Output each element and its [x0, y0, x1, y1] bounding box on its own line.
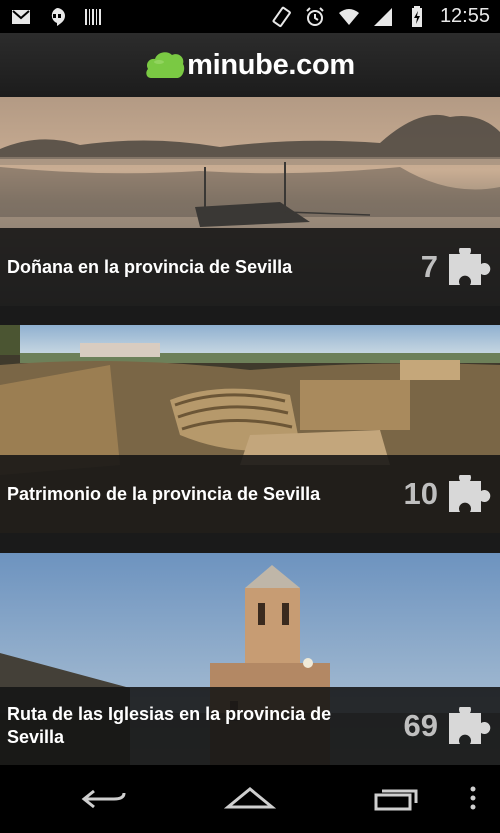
wifi-icon: [338, 8, 359, 25]
puzzle-icon: [449, 707, 491, 744]
battery-icon: [411, 5, 422, 27]
destination-list[interactable]: Doñana en la provincia de Sevilla 7 Patr…: [0, 97, 500, 765]
card-caption: Ruta de las Iglesias en la provincia de …: [0, 687, 500, 765]
card-caption: Doñana en la provincia de Sevilla 7: [0, 228, 500, 306]
app-header: minube.com: [0, 33, 500, 97]
barcode-icon: [85, 9, 101, 25]
list-item[interactable]: Patrimonio de la provincia de Sevilla 10: [0, 325, 500, 533]
list-item[interactable]: Ruta de las Iglesias en la provincia de …: [0, 553, 500, 765]
card-count: 10: [403, 476, 438, 511]
card-title: Ruta de las Iglesias en la provincia de …: [7, 704, 332, 747]
alarm-icon: [306, 6, 324, 26]
navigation-bar: [0, 765, 500, 833]
status-clock: 12:55: [439, 5, 490, 27]
recents-icon[interactable]: [372, 785, 420, 813]
puzzle-icon: [449, 248, 491, 285]
card-count: 69: [403, 708, 438, 743]
card-title: Doñana en la provincia de Sevilla: [7, 256, 293, 277]
home-icon[interactable]: [224, 785, 276, 813]
rotate-icon: [272, 6, 291, 27]
card-title: Patrimonio de la provincia de Sevilla: [7, 483, 321, 504]
status-bar: 12:55: [0, 0, 500, 33]
hangouts-icon: [51, 8, 65, 26]
puzzle-icon: [449, 475, 491, 512]
back-icon[interactable]: [80, 785, 128, 813]
signal-icon: [373, 7, 392, 26]
app-logo[interactable]: minube.com: [145, 48, 355, 82]
cloud-logo-icon: [146, 52, 185, 78]
card-caption: Patrimonio de la provincia de Sevilla 10: [0, 455, 500, 533]
card-count: 7: [420, 249, 438, 284]
gmail-icon: [12, 10, 30, 24]
overflow-menu-icon[interactable]: [466, 785, 480, 813]
list-item[interactable]: Doñana en la provincia de Sevilla 7: [0, 97, 500, 306]
logo-text: minube.com: [187, 48, 355, 81]
